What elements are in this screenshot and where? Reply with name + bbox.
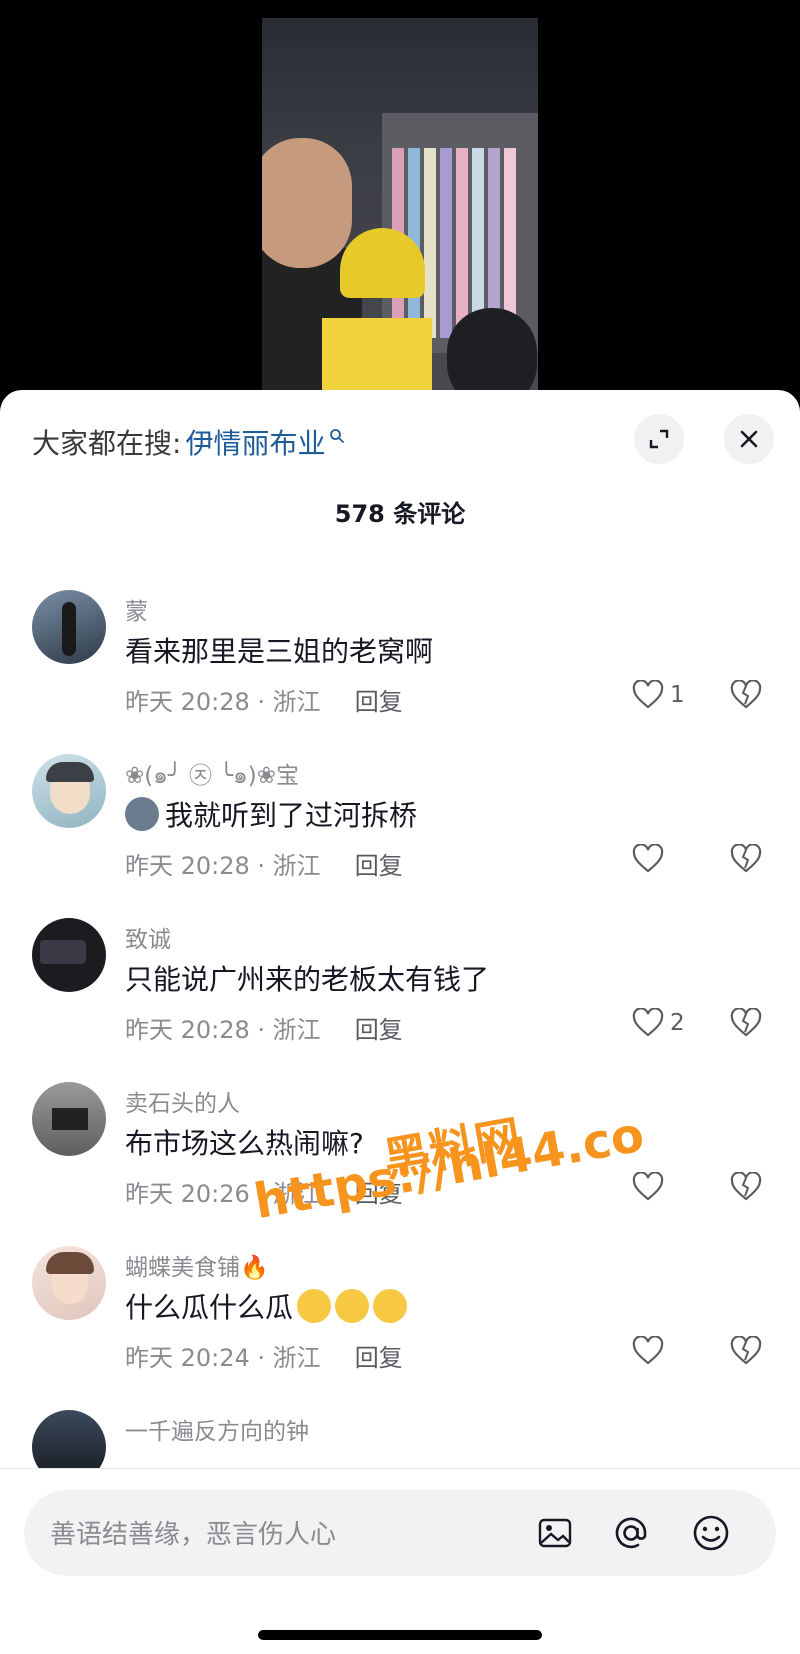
broken-heart-icon: [730, 1336, 762, 1365]
comment-time-location: 昨天 20:26 · 浙江: [125, 1180, 321, 1208]
search-term-link[interactable]: 伊情丽布业: [185, 422, 325, 462]
video-player[interactable]: [0, 0, 800, 400]
search-icon: [330, 429, 345, 443]
avatar[interactable]: [32, 1410, 106, 1468]
video-fabric: [424, 148, 436, 338]
comment-time-location: 昨天 20:28 · 浙江: [125, 852, 321, 880]
comment-item: 蒙 看来那里是三姐的老窝啊 昨天 20:28 · 浙江 回复 1: [0, 590, 800, 740]
comment-meta: 昨天 20:24 · 浙江 回复: [125, 1338, 403, 1373]
like-button[interactable]: 1: [632, 676, 685, 714]
home-indicator: [258, 1630, 542, 1640]
reply-button[interactable]: 回复: [355, 1344, 403, 1372]
comment-text-content: 布市场这么热闹嘛?: [125, 1127, 364, 1160]
comment-item: 蝴蝶美食铺🔥 什么瓜什么瓜 昨天 20:24 · 浙江 回复: [0, 1246, 800, 1396]
heart-icon: [632, 1336, 664, 1365]
expand-button[interactable]: [634, 414, 684, 464]
emoji-button[interactable]: [688, 1510, 734, 1556]
close-button[interactable]: [724, 414, 774, 464]
comment-username[interactable]: ❀(๑╯ ㉨ ╰๑)❀宝: [125, 756, 299, 794]
like-button[interactable]: 2: [632, 1004, 685, 1042]
video-frame[interactable]: [262, 18, 538, 400]
comment-item: 致诚 只能说广州来的老板太有钱了 昨天 20:28 · 浙江 回复 2: [0, 918, 800, 1068]
comment-item: 卖石头的人 布市场这么热闹嘛? 昨天 20:26 · 浙江 回复: [0, 1082, 800, 1232]
comment-input[interactable]: 善语结善缘，恶言伤人心: [24, 1490, 776, 1576]
close-icon: [740, 430, 758, 448]
comment-meta: 昨天 20:28 · 浙江 回复: [125, 682, 403, 717]
comment-username[interactable]: 蝴蝶美食铺🔥: [125, 1248, 269, 1282]
comment-time-location: 昨天 20:28 · 浙江: [125, 688, 321, 716]
smiley-icon: [693, 1515, 729, 1551]
comment-meta: 昨天 20:28 · 浙江 回复: [125, 846, 403, 881]
image-button[interactable]: [532, 1510, 578, 1556]
avatar[interactable]: [32, 1082, 106, 1156]
dislike-button[interactable]: [730, 1168, 762, 1206]
comment-text-content: 只能说广州来的老板太有钱了: [125, 963, 490, 996]
broken-heart-icon: [730, 680, 762, 709]
avatar[interactable]: [32, 918, 106, 992]
video-person-head: [262, 138, 352, 268]
dislike-button[interactable]: [730, 1332, 762, 1370]
comment-username[interactable]: 卖石头的人: [125, 1084, 240, 1118]
like-count: 1: [670, 682, 685, 708]
comment-text: 看来那里是三姐的老窝啊: [125, 630, 433, 670]
video-child: [447, 308, 537, 400]
avatar[interactable]: [32, 754, 106, 828]
comment-text-content: 看来那里是三姐的老窝啊: [125, 635, 434, 668]
grin-emoji-icon: [373, 1289, 408, 1323]
heart-icon: [632, 680, 664, 709]
comment-username[interactable]: 蒙: [125, 592, 148, 626]
expand-icon: [649, 429, 669, 449]
comment-item: ❀(๑╯ ㉨ ╰๑)❀宝 我就听到了过河拆桥 昨天 20:28 · 浙江 回复: [0, 754, 800, 904]
like-count: 2: [670, 1010, 685, 1036]
dislike-button[interactable]: [730, 840, 762, 878]
reply-button[interactable]: 回复: [355, 852, 403, 880]
comment-item: 一千遍反方向的钟: [0, 1410, 800, 1468]
dislike-button[interactable]: [730, 1004, 762, 1042]
comment-sheet: 大家都在搜: 伊情丽布业 578 条评论 蒙 看来那里是三姐的老窝啊 昨天 20: [0, 390, 800, 1654]
video-rider: [322, 318, 432, 400]
doge-emoji-icon: [125, 797, 159, 831]
reply-button[interactable]: 回复: [355, 1180, 403, 1208]
heart-icon: [632, 844, 664, 873]
like-button[interactable]: [632, 840, 670, 878]
broken-heart-icon: [730, 1008, 762, 1037]
video-fabric: [456, 148, 468, 338]
like-button[interactable]: [632, 1332, 670, 1370]
avatar[interactable]: [32, 590, 106, 664]
image-icon: [538, 1518, 572, 1548]
comment-time-location: 昨天 20:28 · 浙江: [125, 1016, 321, 1044]
comment-username[interactable]: 致诚: [125, 920, 171, 954]
at-icon: [615, 1517, 647, 1549]
broken-heart-icon: [730, 844, 762, 873]
heart-icon: [632, 1172, 664, 1201]
avatar[interactable]: [32, 1246, 106, 1320]
search-prefix: 大家都在搜:: [32, 427, 182, 460]
video-fabric: [440, 148, 452, 338]
comment-text: 什么瓜什么瓜: [125, 1286, 408, 1326]
comment-username[interactable]: 一千遍反方向的钟: [125, 1412, 309, 1446]
comment-meta: 昨天 20:28 · 浙江 回复: [125, 1010, 403, 1045]
dislike-button[interactable]: [730, 676, 762, 714]
broken-heart-icon: [730, 1172, 762, 1201]
comment-text: 布市场这么热闹嘛?: [125, 1122, 364, 1162]
comment-text: 只能说广州来的老板太有钱了: [125, 958, 489, 998]
reply-button[interactable]: 回复: [355, 688, 403, 716]
grin-emoji-icon: [335, 1289, 370, 1323]
input-divider: [0, 1468, 800, 1469]
mention-button[interactable]: [608, 1510, 654, 1556]
like-button[interactable]: [632, 1168, 670, 1206]
grin-emoji-icon: [297, 1289, 332, 1323]
comment-text: 我就听到了过河拆桥: [125, 794, 417, 834]
search-suggestion[interactable]: 大家都在搜: 伊情丽布业: [32, 420, 345, 464]
comment-count-title: 578 条评论: [334, 500, 466, 528]
comment-input-placeholder: 善语结善缘，恶言伤人心: [50, 1520, 337, 1550]
comment-text-content: 什么瓜什么瓜: [125, 1291, 294, 1324]
comment-time-location: 昨天 20:24 · 浙江: [125, 1344, 321, 1372]
comment-text-content: 我就听到了过河拆桥: [165, 799, 418, 832]
heart-icon: [632, 1008, 664, 1037]
reply-button[interactable]: 回复: [355, 1016, 403, 1044]
comment-meta: 昨天 20:26 · 浙江 回复: [125, 1174, 403, 1209]
